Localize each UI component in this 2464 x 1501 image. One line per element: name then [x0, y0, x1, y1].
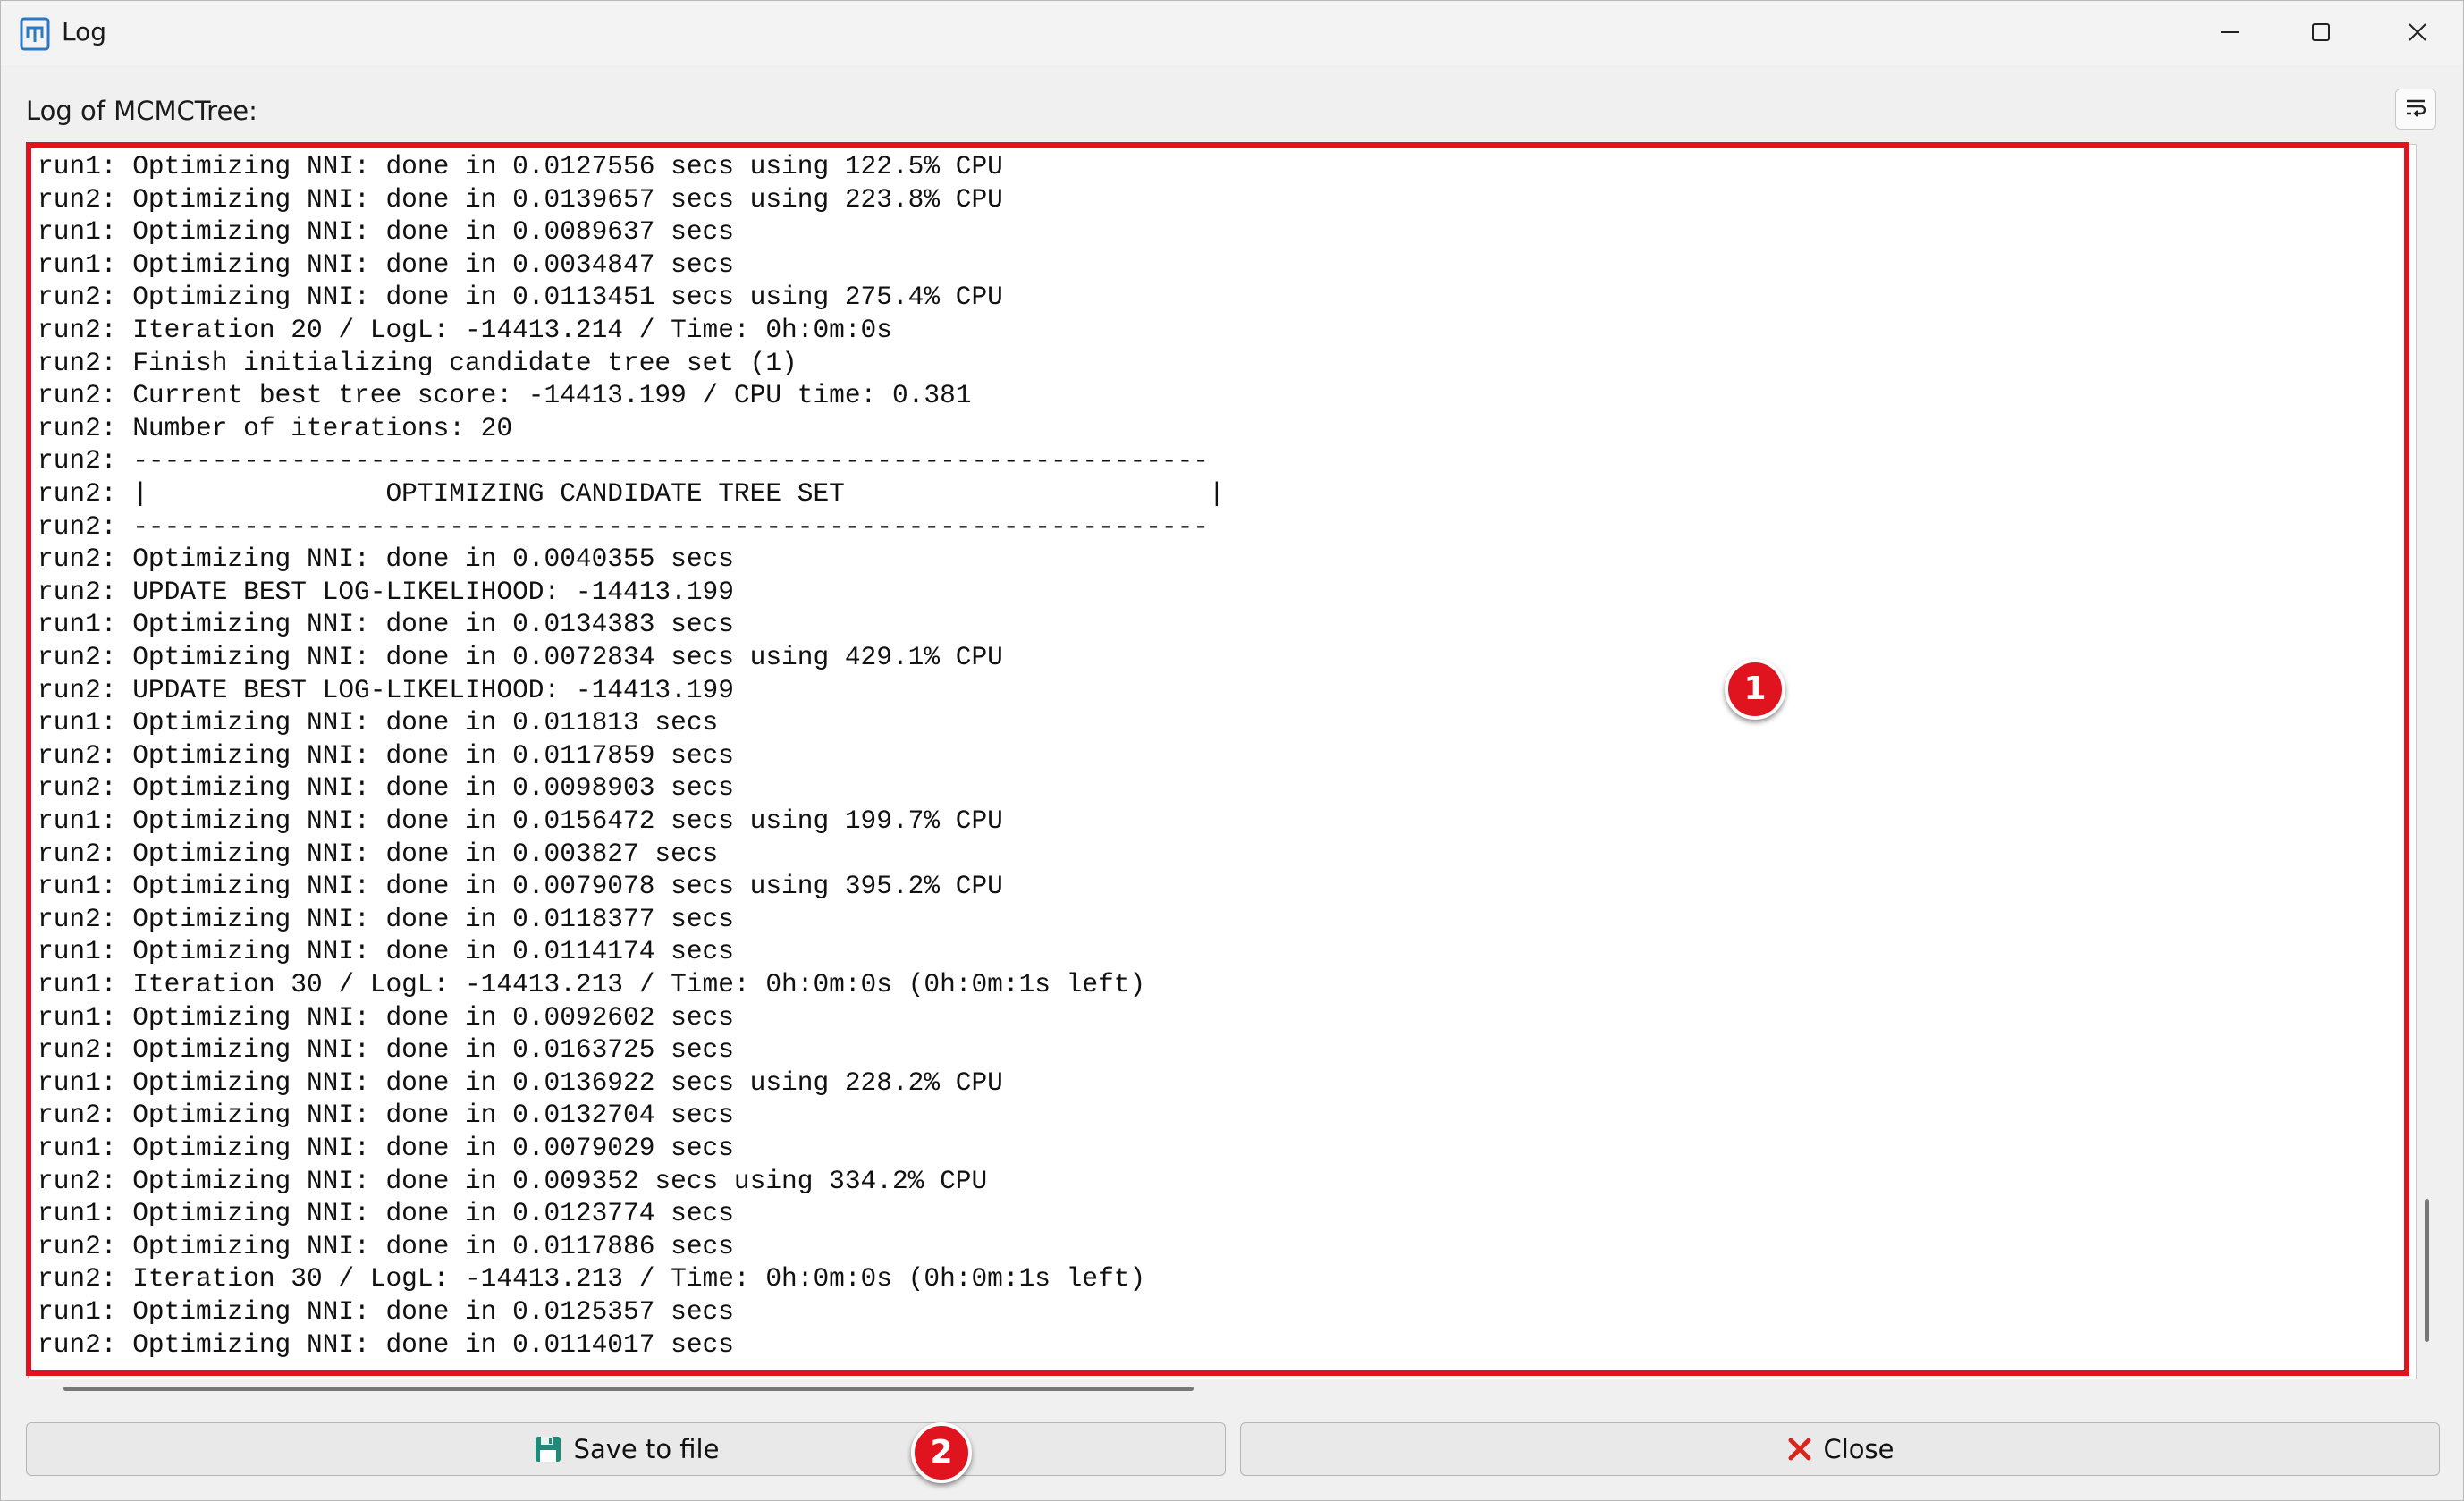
window-title: Log: [62, 17, 107, 46]
log-line: run2: Optimizing NNI: done in 0.0117886 …: [38, 1230, 734, 1261]
log-line: run2: Optimizing NNI: done in 0.0132704 …: [38, 1100, 734, 1131]
log-line: run2: Optimizing NNI: done in 0.0072834 …: [38, 642, 1003, 672]
vertical-scrollbar[interactable]: [2420, 144, 2436, 1379]
log-line: run2: Number of iterations: 20: [38, 412, 513, 443]
log-line: run1: Optimizing NNI: done in 0.0079078 …: [38, 871, 1003, 902]
log-line: run1: Optimizing NNI: done in 0.0134383 …: [38, 609, 734, 640]
log-header-label: Log of MCMCTree:: [26, 96, 257, 126]
log-line: run1: Optimizing NNI: done in 0.0127556 …: [38, 151, 1003, 181]
log-line: run1: Optimizing NNI: done in 0.011813 s…: [38, 707, 719, 738]
log-line: run2: ----------------------------------…: [38, 445, 1210, 476]
vertical-scrollbar-thumb[interactable]: [2425, 1199, 2429, 1342]
horizontal-scrollbar-thumb[interactable]: [63, 1387, 1194, 1391]
log-line: run1: Optimizing NNI: done in 0.0136922 …: [38, 1067, 1003, 1098]
close-icon[interactable]: [2386, 10, 2449, 55]
log-line: run1: Optimizing NNI: done in 0.0123774 …: [38, 1198, 734, 1229]
log-line: run2: | OPTIMIZING CANDIDATE TREE SET |: [38, 478, 1225, 509]
title-bar[interactable]: Log: [1, 1, 2463, 65]
log-line: run2: Optimizing NNI: done in 0.0114017 …: [38, 1328, 734, 1360]
log-line: run2: Optimizing NNI: done in 0.0113451 …: [38, 282, 1003, 313]
log-line: run2: UPDATE BEST LOG-LIKELIHOOD: -14413…: [38, 674, 734, 705]
log-line: run2: Optimizing NNI: done in 0.0117859 …: [38, 739, 734, 771]
log-line: run2: Optimizing NNI: done in 0.0040355 …: [38, 544, 734, 575]
save-button-label: Save to file: [573, 1434, 720, 1464]
log-line: run2: Iteration 30 / LogL: -14413.213 / …: [38, 1263, 1146, 1294]
log-text-area[interactable]: run1: Optimizing NNI: done in 0.0127556 …: [28, 144, 2417, 1379]
log-line: run1: Optimizing NNI: done in 0.0089637 …: [38, 216, 734, 248]
close-button-label: Close: [1823, 1434, 1894, 1464]
log-window: Log Log of MCMCTree: run1: Optimizing NN…: [0, 0, 2464, 1501]
maximize-icon[interactable]: [2290, 10, 2352, 55]
log-line: run2: Optimizing NNI: done in 0.003827 s…: [38, 838, 719, 869]
log-line: run2: Optimizing NNI: done in 0.0118377 …: [38, 903, 734, 934]
log-line: run2: UPDATE BEST LOG-LIKELIHOOD: -14413…: [38, 576, 734, 607]
log-line: run1: Optimizing NNI: done in 0.0092602 …: [38, 1001, 734, 1033]
word-wrap-button[interactable]: [2395, 89, 2436, 130]
callout-badge-2: 2: [911, 1422, 972, 1483]
red-x-icon: [1786, 1436, 1813, 1463]
log-line: run1: Optimizing NNI: done in 0.0156472 …: [38, 805, 1003, 836]
log-line: run2: Finish initializing candidate tree…: [38, 347, 797, 378]
log-line: run1: Optimizing NNI: done in 0.0034847 …: [38, 249, 734, 280]
minimize-icon[interactable]: [2198, 10, 2261, 55]
log-line: run2: Optimizing NNI: done in 0.009352 s…: [38, 1165, 988, 1196]
close-button[interactable]: Close: [1240, 1422, 2440, 1476]
log-line: run1: Optimizing NNI: done in 0.0114174 …: [38, 936, 734, 967]
log-line: run2: Optimizing NNI: done in 0.0163725 …: [38, 1034, 734, 1066]
log-line: run2: Current best tree score: -14413.19…: [38, 380, 972, 411]
log-line: run1: Iteration 30 / LogL: -14413.213 / …: [38, 969, 1146, 999]
callout-badge-1: 1: [1725, 659, 1785, 720]
save-disk-icon: [533, 1434, 563, 1464]
log-line: run1: Optimizing NNI: done in 0.0079029 …: [38, 1133, 734, 1163]
log-line: run2: ----------------------------------…: [38, 510, 1210, 542]
log-line: run2: Iteration 20 / LogL: -14413.214 / …: [38, 315, 892, 345]
app-tree-icon: [17, 15, 55, 53]
log-line: run1: Optimizing NNI: done in 0.0125357 …: [38, 1296, 734, 1327]
word-wrap-icon: [2403, 95, 2428, 123]
log-line: run2: Optimizing NNI: done in 0.0139657 …: [38, 183, 1003, 215]
log-line: run2: Optimizing NNI: done in 0.0098903 …: [38, 772, 734, 804]
save-to-file-button[interactable]: Save to file: [26, 1422, 1226, 1476]
